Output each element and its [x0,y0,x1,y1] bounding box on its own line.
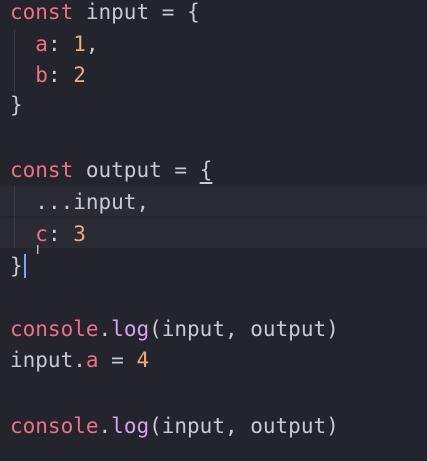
call-arguments: (input, output) [149,414,339,438]
dot: . [98,317,112,341]
text-cursor-icon: I [36,243,40,257]
identifier-output: output [85,158,162,182]
code-line-7[interactable]: c: 3 [10,218,86,250]
identifier-console: console [10,317,99,341]
colon: : [47,63,74,87]
code-line-2[interactable]: a: 1, [10,28,99,60]
identifier-input: input [85,0,150,24]
property-b: b [35,63,48,87]
code-line-8[interactable]: } [10,250,26,282]
number-literal: 3 [73,222,86,246]
code-line-10[interactable]: input.a = 4 [10,344,149,376]
method-log: log [111,414,150,438]
number-literal: 1 [73,32,86,56]
keyword-const: const [10,0,74,24]
colon: : [47,32,74,56]
code-line-11[interactable]: console.log(input, output) [10,410,339,442]
property-a: a [35,32,48,56]
dot: . [98,414,112,438]
comma: , [85,32,99,56]
code-line-3[interactable]: b: 2 [10,59,86,91]
colon: : [47,222,74,246]
code-line-9[interactable]: console.log(input, output) [10,313,339,345]
code-editor[interactable]: const input = { a: 1, b: 2 } const outpu… [0,0,427,461]
code-line-4[interactable]: } [10,89,23,121]
code-line-5[interactable]: const output = { [10,154,212,186]
property-a: a [85,348,99,372]
number-literal: 4 [136,348,150,372]
dot: . [73,348,86,372]
call-arguments: (input, output) [149,317,339,341]
close-brace-cursor: } [10,254,26,278]
open-brace: { [187,0,200,24]
open-brace-matched: { [199,158,213,182]
number-literal: 2 [73,63,86,87]
keyword-const: const [10,158,74,182]
code-line-6[interactable]: ...input, [10,186,149,218]
close-brace: } [10,93,23,117]
code-line-1[interactable]: const input = { [10,0,200,28]
identifier-input: input [10,348,74,372]
operator-assign: = [161,0,175,24]
method-log: log [111,317,150,341]
operator-assign: = [98,348,137,372]
spread-input: ...input, [35,190,150,214]
operator-assign: = [174,158,188,182]
identifier-console: console [10,414,99,438]
